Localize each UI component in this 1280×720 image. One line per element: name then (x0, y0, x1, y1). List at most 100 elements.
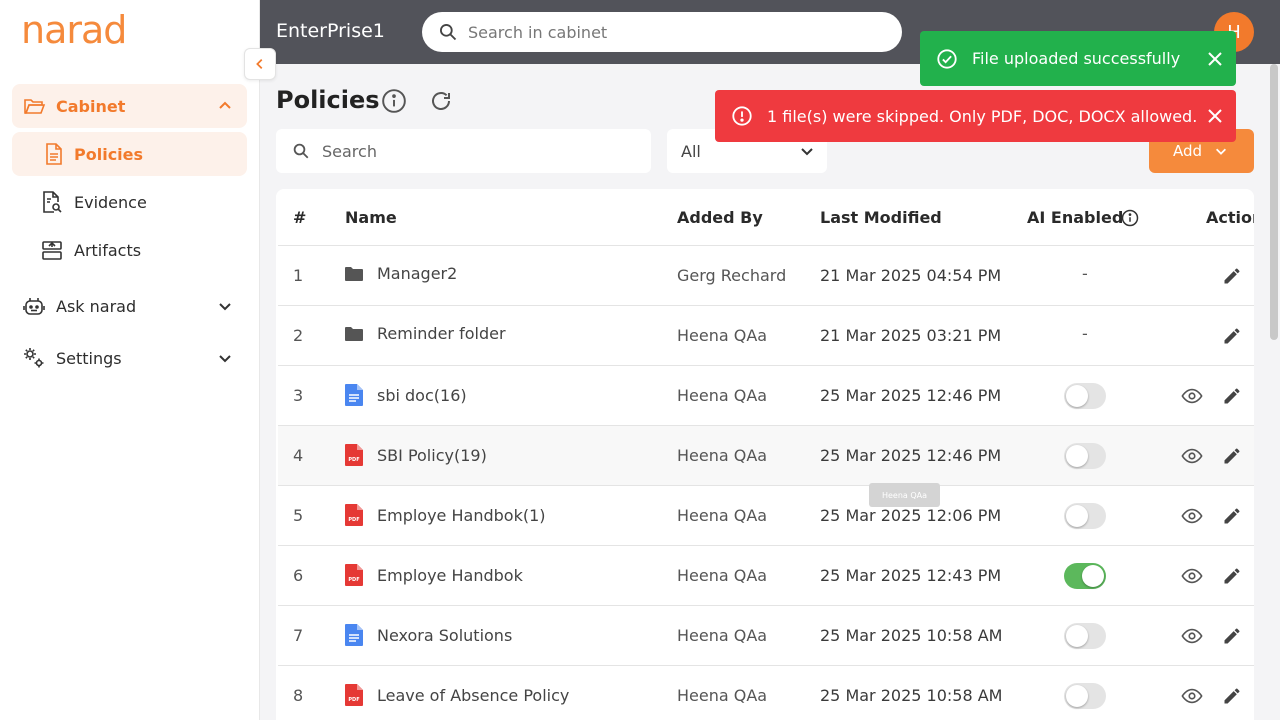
row-last-modified: 25 Mar 2025 10:58 AM (820, 686, 1003, 705)
table-row[interactable]: 4 PDF SBI Policy(19) Heena QAa 25 Mar 2025 1… (278, 425, 1254, 485)
sidebar-item-policies[interactable]: Policies (12, 132, 247, 176)
ai-enabled-toggle[interactable] (1064, 443, 1106, 469)
close-icon[interactable] (1208, 109, 1222, 123)
row-name[interactable]: PDF SBI Policy(19) (345, 444, 487, 466)
pencil-icon (1224, 628, 1240, 644)
google-doc-icon (345, 624, 363, 646)
edit-button[interactable] (1220, 564, 1244, 588)
sidebar-item-settings[interactable]: Settings (12, 336, 247, 380)
pencil-icon (1224, 688, 1240, 704)
column-header-ai-enabled: AI Enabled (1027, 208, 1124, 227)
edit-button[interactable] (1220, 324, 1244, 348)
toggle-knob (1066, 685, 1088, 707)
table-row[interactable]: 2 Reminder folder Heena QAa 21 Mar 2025 03:… (278, 305, 1254, 365)
edit-button[interactable] (1220, 384, 1244, 408)
row-added-by: Heena QAa (677, 686, 768, 705)
row-number: 4 (293, 446, 304, 465)
row-added-by: Heena QAa (677, 566, 768, 585)
folder-icon (345, 266, 363, 281)
edit-button[interactable] (1220, 444, 1244, 468)
chevron-down-icon (219, 303, 231, 311)
row-number: 6 (293, 566, 304, 585)
filter-value: All (681, 141, 701, 161)
eye-icon (1181, 508, 1203, 524)
svg-text:PDF: PDF (348, 517, 359, 523)
eye-icon (1181, 448, 1203, 464)
row-number: 7 (293, 626, 304, 645)
row-last-modified: 25 Mar 2025 12:46 PM (820, 386, 1002, 405)
view-button[interactable] (1180, 684, 1204, 708)
view-button[interactable] (1180, 564, 1204, 588)
row-name[interactable]: sbi doc(16) (345, 384, 467, 406)
table-row[interactable]: 8 PDF Leave of Absence Policy Heena QAa 25 M… (278, 665, 1254, 720)
edit-button[interactable] (1220, 264, 1244, 288)
narad-logo[interactable]: narad (21, 8, 127, 52)
row-name[interactable]: PDF Leave of Absence Policy (345, 684, 569, 706)
chevron-up-icon (219, 101, 231, 109)
row-last-modified: 21 Mar 2025 03:21 PM (820, 326, 1002, 345)
sidebar-item-label: Ask narad (56, 296, 137, 316)
sidebar-item-cabinet[interactable]: Cabinet (12, 84, 247, 128)
collapse-sidebar-button[interactable] (244, 48, 276, 80)
scrollbar[interactable] (1270, 64, 1278, 340)
info-icon[interactable] (1121, 209, 1139, 227)
row-added-by: Heena QAa (677, 386, 768, 405)
search-icon (293, 143, 309, 159)
row-name[interactable]: Nexora Solutions (345, 624, 512, 646)
row-last-modified: 25 Mar 2025 10:58 AM (820, 626, 1003, 645)
sidebar-item-ask-narad[interactable]: Ask narad (12, 284, 247, 328)
row-name[interactable]: PDF Employe Handbok(1) (345, 504, 546, 526)
row-name-label: Reminder folder (377, 324, 506, 343)
ai-enabled-toggle[interactable] (1064, 503, 1106, 529)
refresh-icon (432, 92, 450, 110)
robot-icon (23, 298, 45, 315)
ai-enabled-toggle[interactable] (1064, 683, 1106, 709)
eye-icon (1181, 688, 1203, 704)
ai-enabled-toggle[interactable] (1064, 383, 1106, 409)
pencil-icon (1224, 448, 1240, 464)
row-name[interactable]: Reminder folder (345, 324, 506, 343)
ai-enabled-toggle[interactable] (1064, 623, 1106, 649)
close-icon[interactable] (1208, 51, 1222, 66)
column-header-last-modified[interactable]: Last Modified (820, 208, 942, 227)
table-row[interactable]: 7 Nexora Solutions Heena QAa 25 Mar 2025 10… (278, 605, 1254, 665)
toggle-knob (1066, 445, 1088, 467)
toast-message: File uploaded successfully (972, 49, 1181, 68)
table-row[interactable]: 5 PDF Employe Handbok(1) Heena QAa 25 Mar 20… (278, 485, 1254, 545)
check-circle-icon (937, 48, 957, 69)
row-last-modified: 25 Mar 2025 12:43 PM (820, 566, 1002, 585)
edit-button[interactable] (1220, 624, 1244, 648)
pencil-icon (1224, 568, 1240, 584)
search-icon (440, 24, 457, 41)
row-last-modified: 25 Mar 2025 12:06 PM (820, 506, 1002, 525)
search-input[interactable]: Search (276, 129, 651, 173)
column-header-name[interactable]: Name (345, 208, 397, 227)
view-button[interactable] (1180, 504, 1204, 528)
row-last-modified: 21 Mar 2025 04:54 PM (820, 266, 1002, 285)
refresh-button[interactable] (427, 87, 455, 115)
row-name[interactable]: Manager2 (345, 264, 457, 283)
row-number: 8 (293, 686, 304, 705)
policies-table: # Name Added By Last Modified AI Enabled… (276, 189, 1254, 720)
alert-circle-icon (732, 106, 752, 126)
edit-button[interactable] (1220, 504, 1244, 528)
sidebar-item-artifacts[interactable]: Artifacts (12, 228, 247, 272)
view-button[interactable] (1180, 384, 1204, 408)
row-name-label: SBI Policy(19) (377, 445, 487, 465)
info-button[interactable] (380, 87, 408, 115)
row-added-by: Heena QAa (677, 446, 768, 465)
ai-enabled-toggle[interactable] (1064, 563, 1106, 589)
add-label: Add (1173, 142, 1203, 160)
view-button[interactable] (1180, 444, 1204, 468)
row-name-label: Employe Handbok (377, 565, 523, 585)
cabinet-search-input[interactable]: Search in cabinet (422, 12, 902, 52)
row-name[interactable]: PDF Employe Handbok (345, 564, 523, 586)
sidebar-item-evidence[interactable]: Evidence (12, 180, 247, 224)
table-row[interactable]: 1 Manager2 Gerg Rechard 21 Mar 2025 04:54 P… (278, 245, 1254, 305)
sidebar-item-label: Settings (56, 348, 122, 368)
view-button[interactable] (1180, 624, 1204, 648)
edit-button[interactable] (1220, 684, 1244, 708)
table-row[interactable]: 3 sbi doc(16) Heena QAa 25 Mar 2025 12:46 P… (278, 365, 1254, 425)
table-row[interactable]: 6 PDF Employe Handbok Heena QAa 25 Mar 2025 … (278, 545, 1254, 605)
column-header-added-by[interactable]: Added By (677, 208, 763, 227)
